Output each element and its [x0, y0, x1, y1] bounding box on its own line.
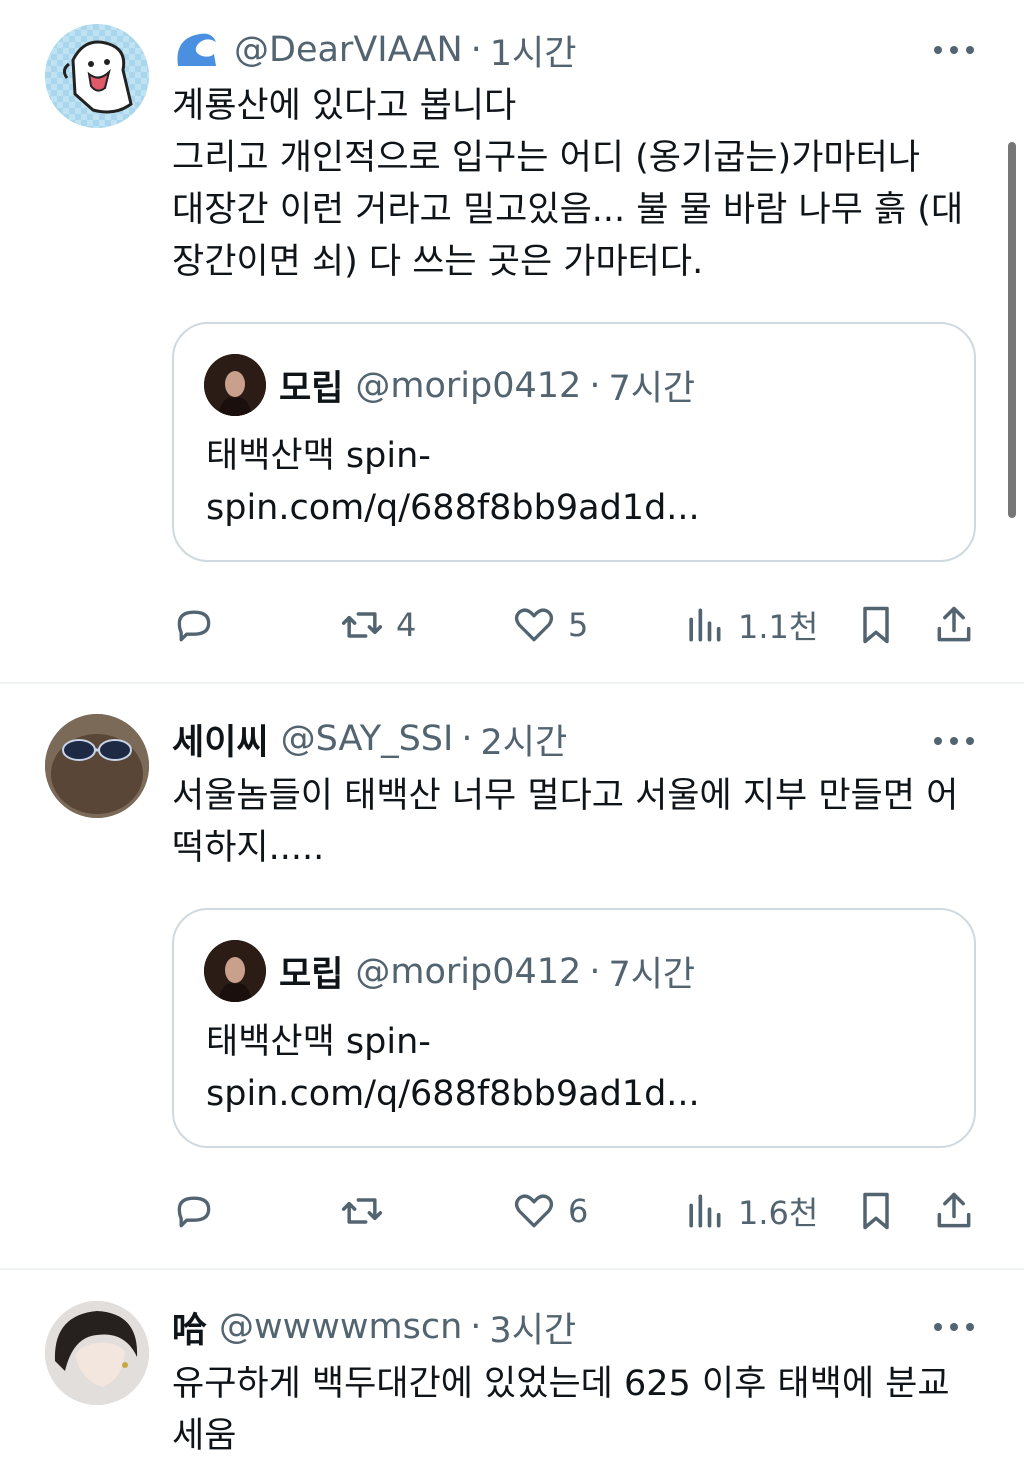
views-button[interactable]: 1.6천 [682, 1186, 818, 1236]
bookmark-icon [863, 606, 889, 644]
quoted-post[interactable]: 모립 @morip0412 · 7시간 태백산맥 spin- spin.com/… [172, 908, 976, 1148]
portrait-avatar-icon [204, 354, 266, 416]
quote-author-handle: @morip0412 [355, 365, 582, 406]
quote-avatar [204, 940, 266, 1002]
quote-author-name: 모립 [279, 369, 344, 409]
reply-button[interactable] [172, 600, 216, 650]
animal-sunglasses-avatar-icon [45, 714, 149, 818]
action-bar: 6 1.6천 [172, 1186, 982, 1236]
share-icon [937, 1192, 971, 1228]
author-name[interactable]: 哈 [172, 1302, 207, 1353]
quoted-post[interactable]: 모립 @morip0412 · 7시간 태백산맥 spin- spin.com/… [172, 322, 976, 562]
like-count: 5 [568, 606, 589, 644]
like-button[interactable]: 6 [512, 1186, 588, 1236]
post-time[interactable]: 2시간 [480, 714, 567, 765]
bookmark-icon [863, 1192, 889, 1230]
repost-icon [341, 1198, 383, 1224]
quote-text: 태백산맥 spin- spin.com/q/688f8bb9ad1d... [206, 436, 700, 528]
like-icon [514, 608, 554, 642]
like-count: 6 [568, 1192, 589, 1230]
repost-icon [341, 612, 383, 638]
author-name[interactable]: 세이씨 [172, 714, 269, 765]
quote-header: 모립 @morip0412 · 7시간 [279, 360, 695, 411]
anime-man-avatar-icon [45, 1301, 149, 1405]
quote-time: 7시간 [608, 955, 696, 995]
scrollbar[interactable] [1008, 142, 1016, 518]
quote-author-name: 모립 [279, 955, 344, 995]
views-icon [689, 608, 721, 642]
separator-dot: · [461, 719, 473, 759]
post-text: 계룡산에 있다고 봅니다 그리고 개인적으로 입구는 어디 (옹기굽는)가마터나… [172, 86, 964, 282]
post-time[interactable]: 1시간 [490, 25, 577, 76]
avatar[interactable] [45, 714, 149, 818]
post[interactable]: @DearVIAAN · 1시간 계룡산에 있다고 봅니다 그리고 개인적으로 … [0, 0, 1024, 684]
share-button[interactable] [932, 1186, 976, 1236]
separator-dot: · [589, 951, 601, 992]
avatar[interactable] [45, 1301, 149, 1405]
repost-button[interactable]: 4 [340, 600, 416, 650]
more-icon[interactable] [934, 1317, 974, 1337]
separator-dot: · [589, 365, 601, 406]
separator-dot: · [470, 1307, 482, 1347]
share-icon [937, 606, 971, 642]
view-count: 1.1천 [738, 608, 819, 646]
separator-dot: · [470, 30, 482, 70]
share-button[interactable] [932, 600, 976, 650]
reply-button[interactable] [172, 1186, 216, 1236]
post-text: 유구하게 백두대간에 있었는데 625 이후 태백에 분교 세움 [172, 1364, 950, 1456]
quote-time: 7시간 [608, 369, 696, 409]
reply-icon [177, 610, 211, 642]
post-header: 哈 @wwwwmscn · 3시간 [172, 1302, 576, 1352]
bookmark-button[interactable] [854, 600, 898, 650]
post-header: @DearVIAAN · 1시간 [172, 25, 576, 75]
quote-header: 모립 @morip0412 · 7시간 [279, 946, 695, 997]
repost-count: 4 [396, 606, 417, 644]
post-header: 세이씨 @SAY_SSI · 2시간 [172, 714, 567, 764]
quote-avatar [204, 354, 266, 416]
views-icon [689, 1194, 721, 1228]
author-handle[interactable]: @DearVIAAN [234, 30, 463, 70]
verified-wave-icon [177, 33, 216, 66]
author-handle[interactable]: @wwwwmscn [219, 1307, 462, 1347]
action-bar: 4 5 1.1천 [172, 600, 982, 650]
avatar[interactable] [45, 24, 149, 128]
quote-text: 태백산맥 spin- spin.com/q/688f8bb9ad1d... [206, 1022, 700, 1114]
reply-icon [177, 1196, 211, 1228]
like-button[interactable]: 5 [512, 600, 588, 650]
like-icon [514, 1194, 554, 1228]
more-icon[interactable] [934, 40, 974, 60]
post[interactable]: 哈 @wwwwmscn · 3시간 유구하게 백두대간에 있었는데 625 이후… [0, 1270, 1024, 1470]
portrait-avatar-icon [204, 940, 266, 1002]
repost-button[interactable] [340, 1186, 384, 1236]
author-handle[interactable]: @SAY_SSI [281, 719, 454, 759]
quote-author-handle: @morip0412 [355, 951, 582, 992]
views-button[interactable]: 1.1천 [682, 600, 818, 650]
more-icon[interactable] [934, 731, 974, 751]
view-count: 1.6천 [738, 1194, 819, 1232]
post[interactable]: 세이씨 @SAY_SSI · 2시간 서울놈들이 태백산 너무 멀다고 서울에 … [0, 684, 1024, 1270]
post-time[interactable]: 3시간 [489, 1302, 576, 1353]
bookmark-button[interactable] [854, 1186, 898, 1236]
post-text: 서울놈들이 태백산 너무 멀다고 서울에 지부 만들면 어 떡하지..... [172, 776, 959, 868]
dog-avatar-icon [45, 24, 149, 128]
